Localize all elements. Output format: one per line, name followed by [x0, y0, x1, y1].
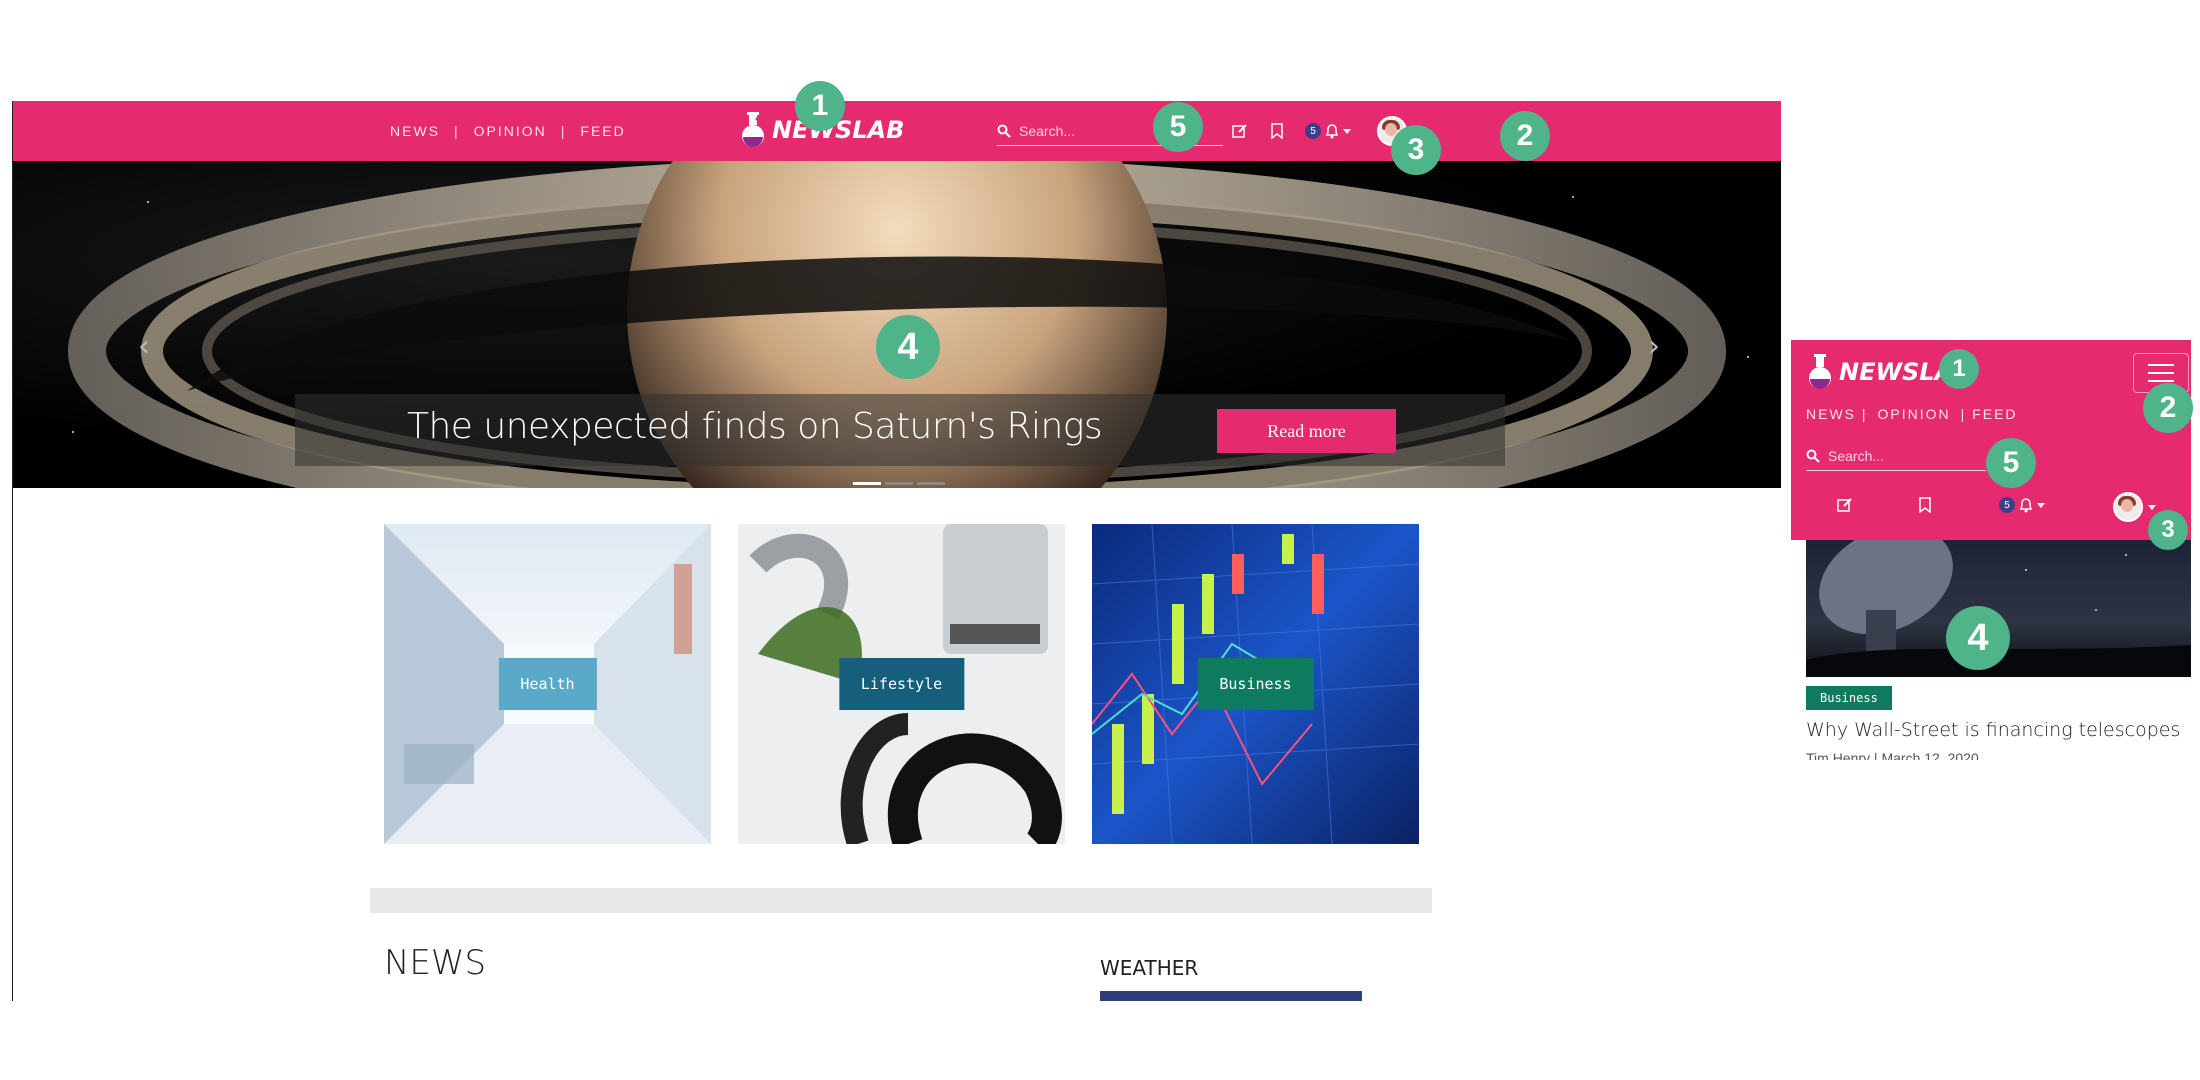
mobile-view: NEWSLAB NEWS | OPINION | FEED Search... … — [1791, 340, 2191, 760]
hamburger-icon — [2148, 364, 2174, 366]
compose-button[interactable] — [1837, 497, 1853, 513]
weather-section-heading: WEATHER — [1100, 956, 1199, 980]
compose-button[interactable] — [1230, 121, 1250, 141]
nav-separator: | — [454, 123, 460, 139]
bell-icon — [2019, 498, 2033, 513]
bookmark-icon — [1271, 123, 1283, 139]
category-tile-business[interactable]: Business — [1092, 524, 1419, 844]
article-meta: Tim Henry | March 12, 2020 — [1806, 750, 1979, 760]
bookmark-icon — [1919, 497, 1931, 513]
desktop-view: NEWS | OPINION | FEED NEWSLAB Search... … — [12, 101, 1781, 1001]
edit-icon — [1837, 498, 1852, 512]
weather-widget — [1100, 991, 1362, 1001]
callout-marker: 1 — [1939, 349, 1979, 389]
chevron-down-icon — [2037, 502, 2045, 508]
nav-link-feed[interactable]: | FEED — [1961, 406, 2018, 422]
nav-link-opinion[interactable]: OPINION — [474, 123, 547, 139]
notifications-button[interactable]: 5 — [1999, 497, 2045, 513]
callout-marker: 4 — [876, 315, 940, 379]
nav-link-feed[interactable]: FEED — [580, 123, 625, 139]
mobile-icon-row: 5 — [1791, 490, 2191, 524]
chevron-down-icon — [2148, 504, 2156, 510]
carousel-indicator[interactable] — [917, 482, 945, 485]
news-section-heading: NEWS — [384, 943, 487, 983]
callout-marker: 2 — [1500, 111, 1550, 161]
user-menu[interactable] — [2113, 492, 2156, 522]
notifications-button[interactable]: 5 — [1305, 121, 1351, 141]
callout-marker: 5 — [1986, 438, 2036, 488]
nav-links: NEWS | OPINION | FEED — [390, 101, 626, 161]
section-divider — [370, 888, 1432, 913]
category-label: Lifestyle — [838, 658, 965, 710]
search-icon — [1806, 449, 1820, 463]
carousel-next-icon[interactable]: › — [1648, 329, 1660, 364]
carousel-indicator[interactable] — [885, 482, 913, 485]
bookmarks-button[interactable] — [1919, 497, 1931, 513]
callout-marker: 3 — [2148, 510, 2188, 550]
bell-icon — [1325, 124, 1339, 139]
article-title[interactable]: Why Wall-Street is financing telescopes — [1806, 719, 2180, 741]
bookmarks-button[interactable] — [1267, 121, 1287, 141]
callout-marker: 5 — [1153, 102, 1203, 152]
category-label: Business — [1197, 658, 1314, 710]
flask-icon — [742, 112, 764, 147]
mobile-nav-links: NEWS | OPINION | FEED — [1806, 406, 2018, 422]
category-tile-health[interactable]: Health — [384, 524, 711, 844]
carousel-indicators — [853, 482, 945, 485]
nav-link-news[interactable]: NEWS | — [1806, 406, 1868, 422]
carousel-indicator[interactable] — [853, 482, 881, 485]
category-label: Health — [498, 658, 597, 710]
notification-badge: 5 — [1305, 123, 1321, 139]
carousel-prev-icon[interactable]: ‹ — [138, 329, 150, 364]
category-tag[interactable]: Business — [1806, 686, 1892, 710]
callout-marker: 2 — [2143, 383, 2193, 433]
chevron-down-icon — [1343, 128, 1351, 134]
nav-separator: | — [560, 123, 567, 139]
notification-badge: 5 — [1999, 497, 2015, 513]
callout-marker: 1 — [795, 81, 845, 131]
nav-link-opinion[interactable]: OPINION — [1878, 406, 1951, 422]
mobile-navbar: NEWSLAB NEWS | OPINION | FEED Search... … — [1791, 340, 2191, 540]
edit-icon — [1232, 124, 1247, 138]
search-input[interactable] — [1826, 447, 1980, 465]
callout-marker: 4 — [1946, 606, 2010, 670]
search-icon — [997, 124, 1011, 138]
flask-icon — [1809, 354, 1831, 389]
hero-caption: The unexpected finds on Saturn's Rings R… — [295, 394, 1505, 466]
read-more-button[interactable]: Read more — [1217, 409, 1396, 453]
nav-link-news[interactable]: NEWS — [390, 123, 440, 139]
frame-border — [12, 101, 13, 1001]
category-tile-lifestyle[interactable]: Lifestyle — [738, 524, 1065, 844]
avatar — [2113, 492, 2143, 522]
search-bar[interactable] — [1806, 442, 1986, 471]
hero-title: The unexpected finds on Saturn's Rings — [407, 406, 1103, 447]
callout-marker: 3 — [1391, 125, 1441, 175]
